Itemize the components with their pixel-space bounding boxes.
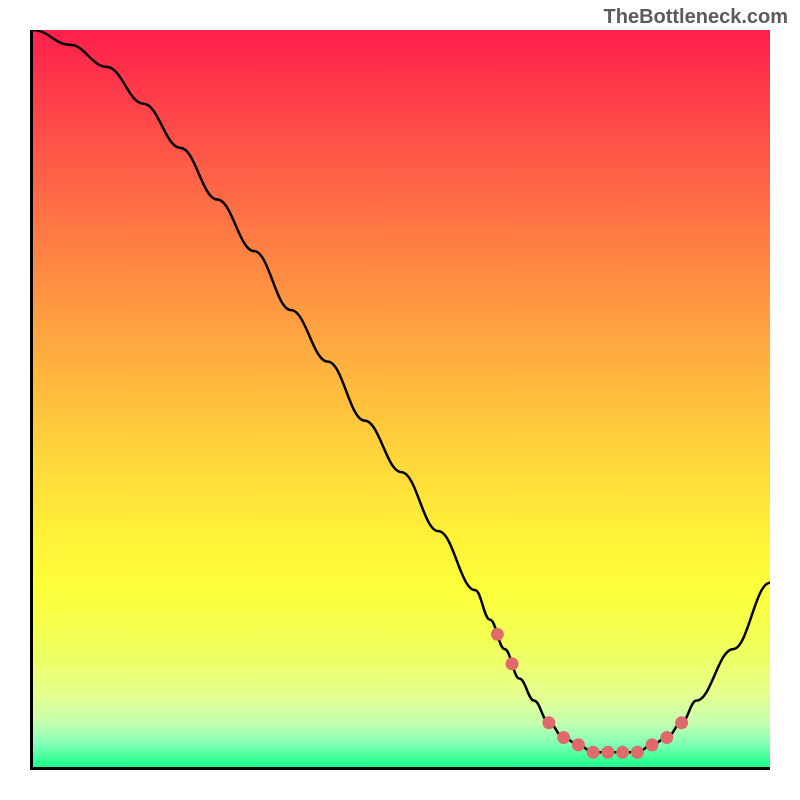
marker-points-group bbox=[491, 628, 688, 759]
marker-point bbox=[631, 746, 644, 759]
marker-point bbox=[542, 716, 555, 729]
curve-layer bbox=[33, 30, 770, 767]
marker-point bbox=[675, 716, 688, 729]
marker-point bbox=[587, 746, 600, 759]
marker-point bbox=[660, 731, 673, 744]
chart-container: TheBottleneck.com bbox=[0, 0, 800, 800]
marker-point bbox=[601, 746, 614, 759]
marker-point bbox=[646, 738, 659, 751]
marker-point bbox=[491, 628, 504, 641]
marker-point bbox=[506, 657, 519, 670]
marker-point bbox=[572, 738, 585, 751]
attribution-text: TheBottleneck.com bbox=[604, 6, 788, 29]
marker-point bbox=[616, 746, 629, 759]
marker-point bbox=[557, 731, 570, 744]
plot-area bbox=[30, 30, 770, 770]
bottleneck-curve bbox=[33, 30, 770, 752]
